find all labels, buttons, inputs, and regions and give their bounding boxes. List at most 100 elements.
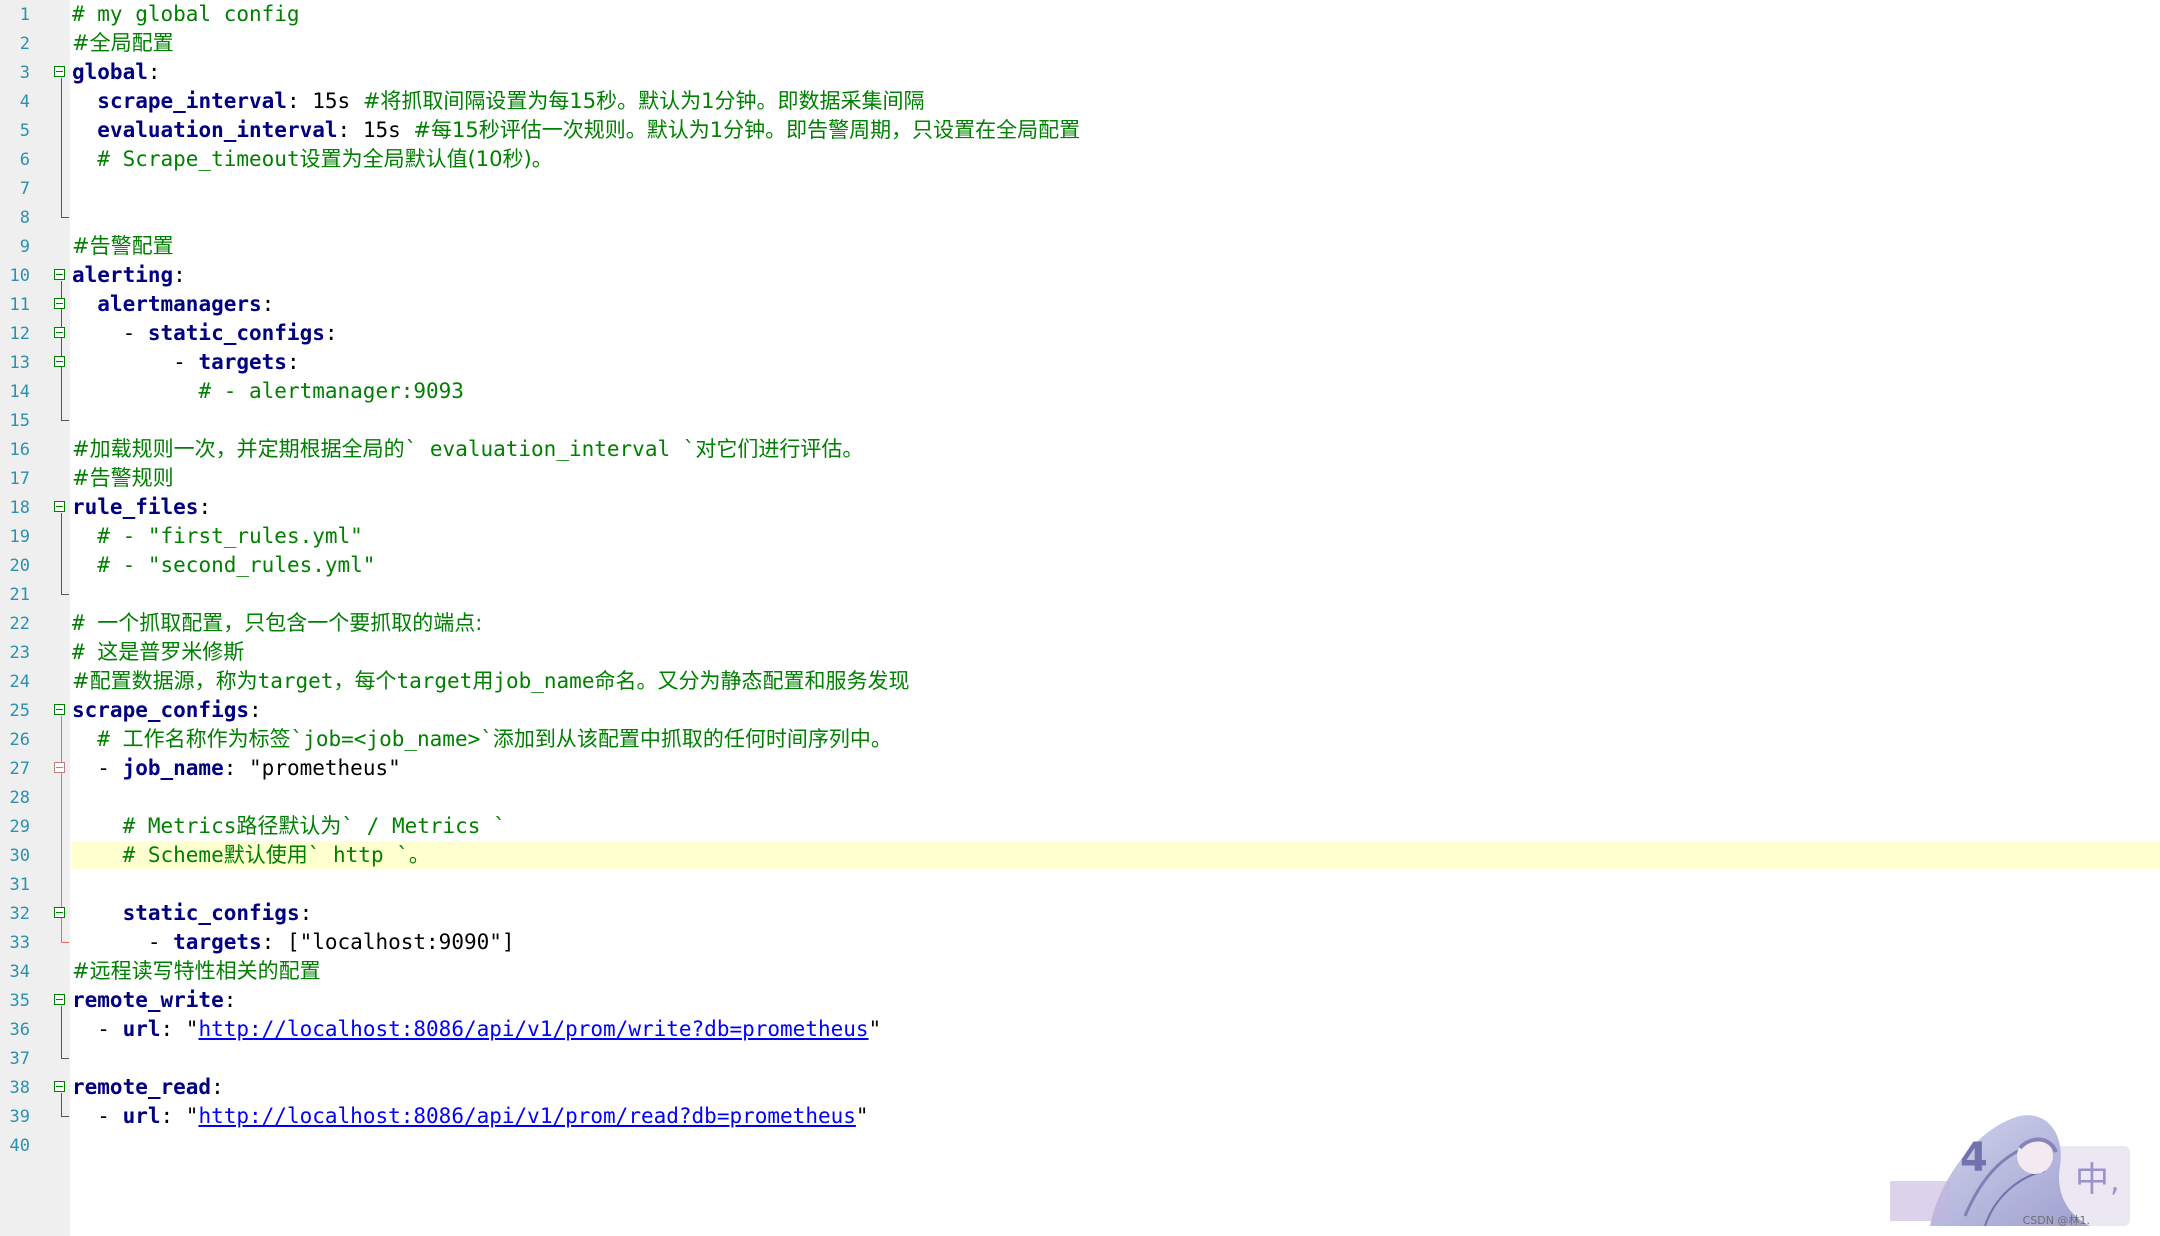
fold-toggle-icon[interactable] bbox=[54, 704, 65, 715]
code-line[interactable]: 2 #全局配置 bbox=[0, 29, 2160, 58]
comment-text: 设置为全局默认值(10秒)。 bbox=[299, 147, 553, 171]
code-line[interactable]: 19 # - "first_rules.yml" bbox=[0, 522, 2160, 551]
code-line[interactable]: 17 #告警规则 bbox=[0, 464, 2160, 493]
line-number: 38 bbox=[9, 1078, 30, 1098]
code-line[interactable]: 35 remote_write: bbox=[0, 986, 2160, 1015]
fold-toggle-icon[interactable] bbox=[54, 994, 65, 1005]
code-line[interactable]: 27 - job_name: "prometheus" bbox=[0, 754, 2160, 783]
code-line[interactable]: 20 # - "second_rules.yml" bbox=[0, 551, 2160, 580]
fold-toggle-icon[interactable] bbox=[54, 907, 65, 918]
comment-text: 。 bbox=[408, 843, 430, 867]
line-number: 34 bbox=[9, 962, 30, 982]
code-token: - bbox=[72, 930, 174, 954]
comment-text: #告警配置 bbox=[72, 234, 174, 258]
fold-toggle-icon[interactable] bbox=[54, 269, 65, 280]
comment-text: job_name bbox=[493, 669, 595, 693]
code-line[interactable]: 29 # Metrics路径默认为` / Metrics ` bbox=[0, 812, 2160, 841]
url-link[interactable]: http://localhost:8086/api/v1/prom/write?… bbox=[198, 1017, 868, 1041]
line-text: static_configs: bbox=[72, 899, 2160, 928]
line-number: 32 bbox=[9, 904, 30, 924]
code-line[interactable]: 32 static_configs: bbox=[0, 899, 2160, 928]
code-line[interactable]: 22 # 一个抓取配置，只包含一个要抓取的端点: bbox=[0, 609, 2160, 638]
line-text: # 工作名称作为标签`job=<job_name>`添加到从该配置中抓取的任何时… bbox=[72, 725, 2160, 754]
line-number: 37 bbox=[9, 1049, 30, 1069]
code-line[interactable]: 13 - targets: bbox=[0, 348, 2160, 377]
code-line[interactable]: 15 bbox=[0, 406, 2160, 435]
code-token: - bbox=[72, 350, 199, 374]
line-text: # my global config bbox=[72, 0, 2160, 29]
code-line[interactable]: 37 bbox=[0, 1044, 2160, 1073]
line-text: - static_configs: bbox=[72, 319, 2160, 348]
fold-toggle-icon[interactable] bbox=[54, 1081, 65, 1092]
url-link[interactable]: http://localhost:8086/api/v1/prom/read?d… bbox=[198, 1104, 855, 1128]
code-line[interactable]: 16 #加载规则一次，并定期根据全局的` evaluation_interval … bbox=[0, 435, 2160, 464]
code-line[interactable]: 31 bbox=[0, 870, 2160, 899]
code-token: : bbox=[261, 292, 275, 316]
code-line[interactable]: 34 #远程读写特性相关的配置 bbox=[0, 957, 2160, 986]
code-token: : bbox=[261, 930, 287, 954]
yaml-key: static_configs bbox=[122, 901, 300, 925]
code-line[interactable]: 25 scrape_configs: bbox=[0, 696, 2160, 725]
code-line[interactable]: 26 # 工作名称作为标签`job=<job_name>`添加到从该配置中抓取的… bbox=[0, 725, 2160, 754]
code-token: " bbox=[855, 1104, 869, 1128]
code-line[interactable]: 3 global: bbox=[0, 58, 2160, 87]
line-text: evaluation_interval: 15s #每15秒评估一次规则。默认为… bbox=[72, 116, 2160, 145]
code-line[interactable]: 9 #告警配置 bbox=[0, 232, 2160, 261]
code-line[interactable]: 23 # 这是普罗米修斯 bbox=[0, 638, 2160, 667]
fold-toggle-icon[interactable] bbox=[54, 66, 65, 77]
line-text: #全局配置 bbox=[72, 29, 2160, 58]
code-editor[interactable]: 1 # my global config 2 #全局配置 3 global: 4 scrap… bbox=[0, 0, 2160, 1236]
code-line[interactable]: 10 alerting: bbox=[0, 261, 2160, 290]
code-line[interactable]: 36 - url: "http://localhost:8086/api/v1/… bbox=[0, 1015, 2160, 1044]
code-line[interactable]: 14 # - alertmanager:9093 bbox=[0, 377, 2160, 406]
comment-text: # bbox=[72, 640, 98, 664]
line-text: #远程读写特性相关的配置 bbox=[72, 957, 2160, 986]
code-line[interactable]: 40 bbox=[0, 1131, 2160, 1160]
code-token: : bbox=[286, 350, 300, 374]
fold-toggle-icon[interactable] bbox=[54, 356, 65, 367]
code-line[interactable]: 7 bbox=[0, 174, 2160, 203]
code-line[interactable]: 39 - url: "http://localhost:8086/api/v1/… bbox=[0, 1102, 2160, 1131]
code-line[interactable]: 33 - targets: ["localhost:9090"] bbox=[0, 928, 2160, 957]
code-line[interactable]: 30 # Scheme默认使用` http `。 bbox=[0, 841, 2160, 870]
code-token: : bbox=[147, 60, 161, 84]
comment-text: #配置数据源，称为 bbox=[72, 669, 258, 693]
fold-toggle-icon[interactable] bbox=[54, 762, 65, 773]
fold-toggle-icon[interactable] bbox=[54, 327, 65, 338]
comment-text: target bbox=[396, 669, 473, 693]
yaml-key: scrape_interval bbox=[97, 89, 287, 113]
line-number: 33 bbox=[9, 933, 30, 953]
fold-guide-line bbox=[61, 513, 62, 594]
code-line[interactable]: 12 - static_configs: bbox=[0, 319, 2160, 348]
comment-text: 对它们进行评估。 bbox=[695, 437, 864, 461]
code-line[interactable]: 24 #配置数据源，称为target，每个target用job_name命名。又分… bbox=[0, 667, 2160, 696]
comment-text: 一个抓取配置，只包含一个要抓取的端点: bbox=[97, 611, 483, 635]
line-number: 28 bbox=[9, 788, 30, 808]
code-line[interactable]: 21 bbox=[0, 580, 2160, 609]
code-area[interactable]: 1 # my global config 2 #全局配置 3 global: 4 scrap… bbox=[0, 0, 2160, 1160]
code-line[interactable]: 8 bbox=[0, 203, 2160, 232]
code-line[interactable]: 6 # Scrape_timeout设置为全局默认值(10秒)。 bbox=[0, 145, 2160, 174]
fold-toggle-icon[interactable] bbox=[54, 298, 65, 309]
code-token: : bbox=[223, 988, 237, 1012]
code-line[interactable]: 4 scrape_interval: 15s #将抓取间隔设置为每15秒。默认为… bbox=[0, 87, 2160, 116]
comment-text: # bbox=[97, 727, 123, 751]
comment-text: 添加到从该配置中抓取的任何时间序列中。 bbox=[492, 727, 892, 751]
fold-toggle-icon[interactable] bbox=[54, 501, 65, 512]
line-number: 2 bbox=[19, 34, 30, 54]
code-line[interactable]: 18 rule_files: bbox=[0, 493, 2160, 522]
code-line[interactable]: 5 evaluation_interval: 15s #每15秒评估一次规则。默… bbox=[0, 116, 2160, 145]
line-text: remote_write: bbox=[72, 986, 2160, 1015]
code-line[interactable]: 11 alertmanagers: bbox=[0, 290, 2160, 319]
code-line[interactable]: 1 # my global config bbox=[0, 0, 2160, 29]
comment-text: #告警规则 bbox=[72, 466, 174, 490]
line-text: scrape_configs: bbox=[72, 696, 2160, 725]
line-number: 6 bbox=[19, 150, 30, 170]
code-token: " bbox=[868, 1017, 882, 1041]
yaml-key: url bbox=[122, 1104, 161, 1128]
line-number: 20 bbox=[9, 556, 30, 576]
code-line[interactable]: 28 bbox=[0, 783, 2160, 812]
code-line[interactable]: 38 remote_read: bbox=[0, 1073, 2160, 1102]
